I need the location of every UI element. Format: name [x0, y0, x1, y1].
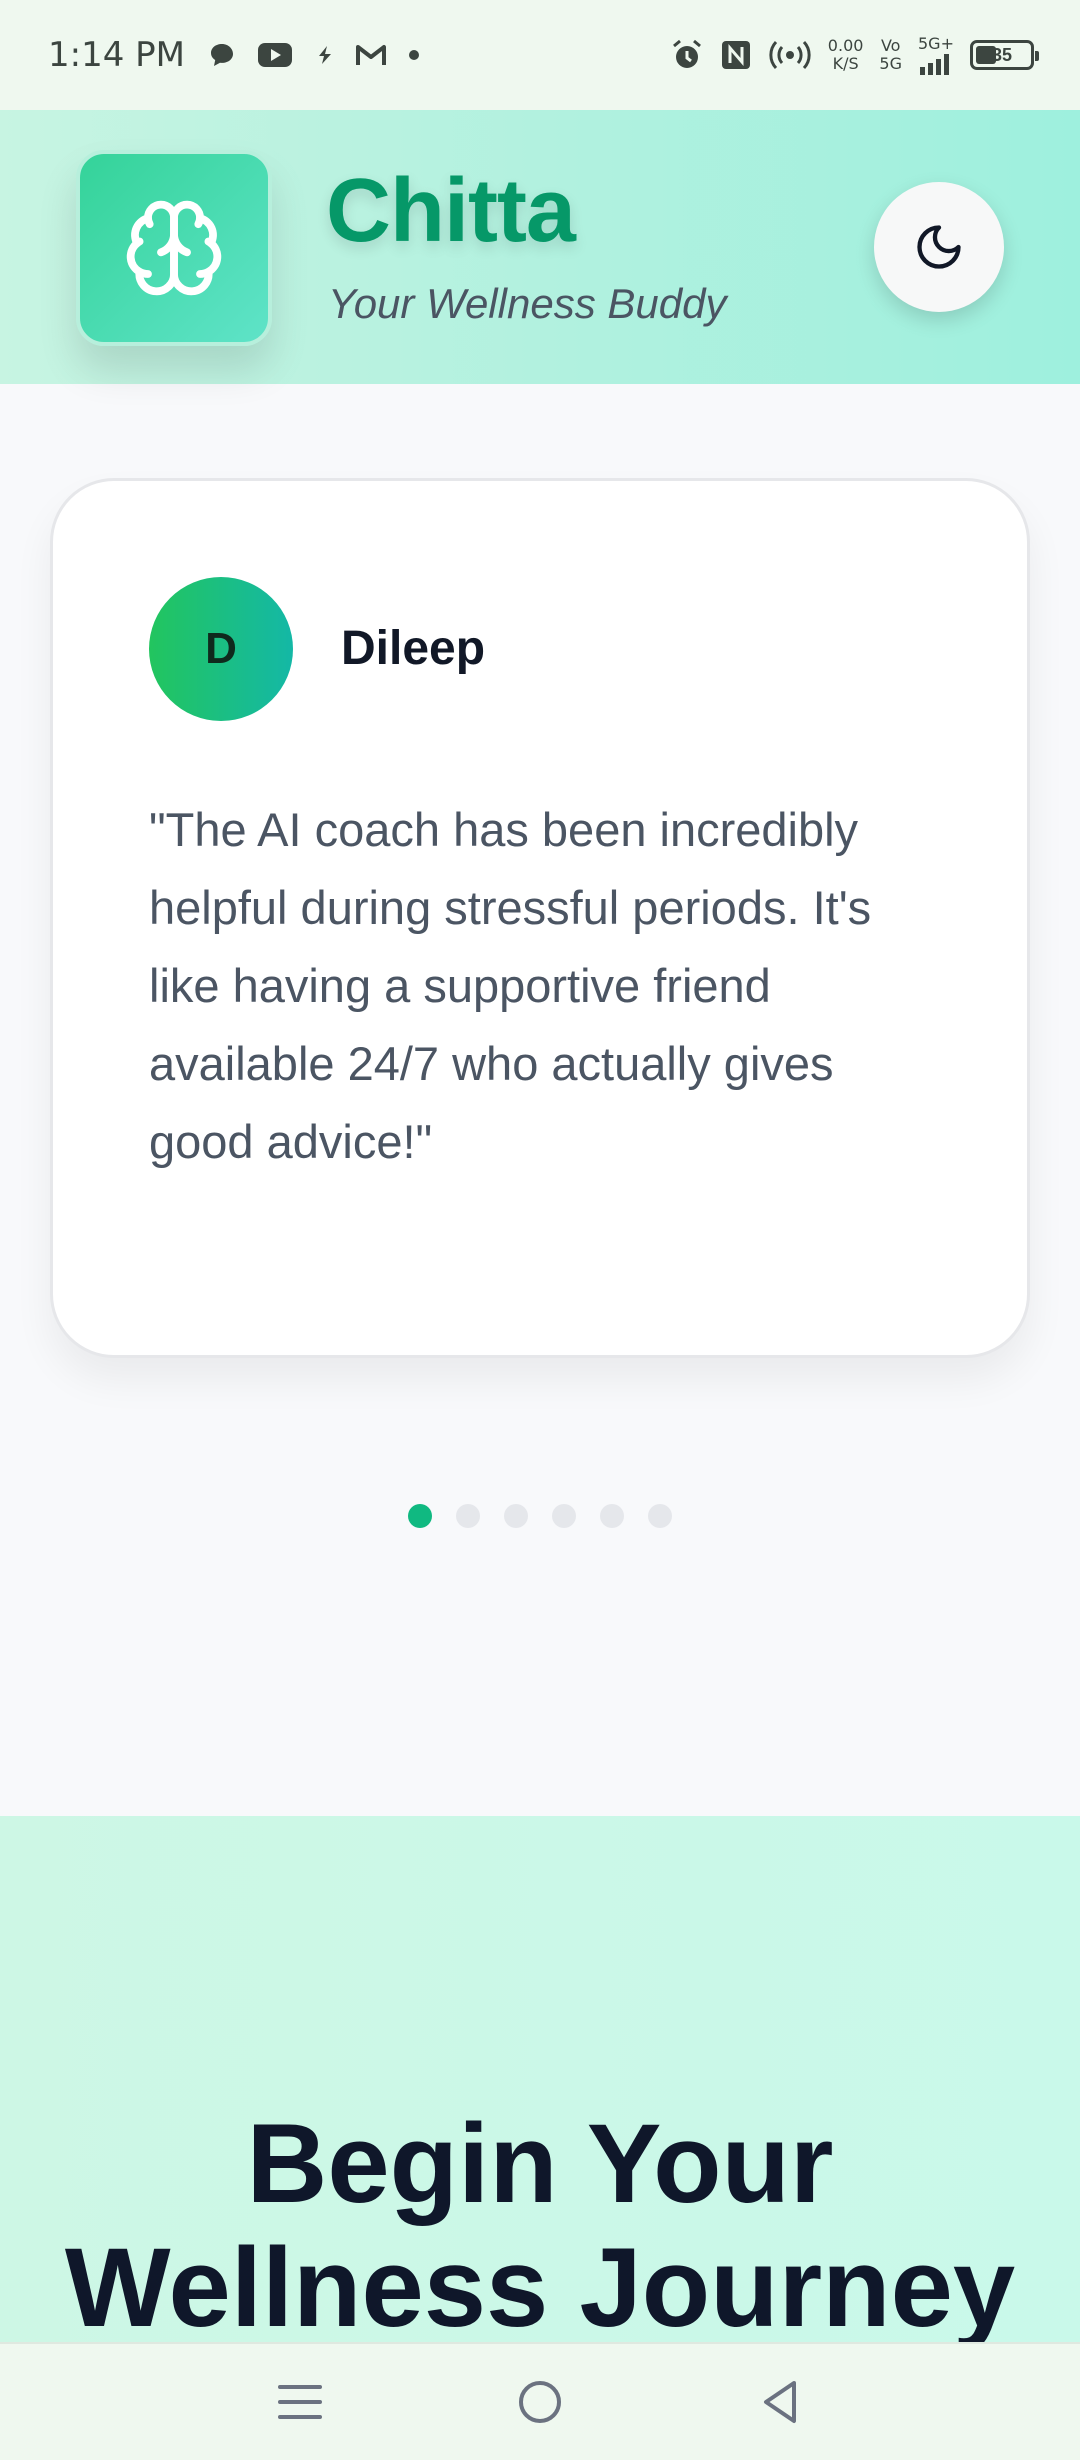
carousel-dot-6[interactable]	[648, 1504, 672, 1528]
back-button[interactable]	[740, 2362, 820, 2442]
app-logo	[76, 150, 272, 346]
battery-icon: 35	[970, 40, 1039, 70]
app-tagline: Your Wellness Buddy	[328, 280, 727, 327]
hotspot-icon	[769, 40, 811, 70]
signal-icon	[920, 54, 949, 75]
volte-bottom: 5G	[879, 54, 902, 73]
carousel-pagination	[0, 1504, 1080, 1528]
notification-icons	[207, 40, 421, 70]
volte-top: Vo	[880, 36, 901, 55]
status-bar: 1:14 PM 0.00 K/S Vo 5G 5G+ 35	[0, 0, 1080, 110]
carousel-dot-2[interactable]	[456, 1504, 480, 1528]
network-speed-unit: K/S	[832, 54, 859, 73]
youtube-icon	[258, 43, 292, 67]
status-left: 1:14 PM	[48, 35, 421, 75]
status-time: 1:14 PM	[48, 35, 185, 75]
home-button[interactable]	[500, 2362, 580, 2442]
network-speed-value: 0.00	[827, 36, 864, 55]
recent-apps-button[interactable]	[260, 2362, 340, 2442]
signal-label: 5G+	[918, 34, 954, 53]
testimonial-card[interactable]: D Dileep "The AI coach has been incredib…	[50, 478, 1030, 1358]
brain-icon	[126, 200, 222, 296]
flash-icon	[319, 46, 331, 64]
theme-toggle-button[interactable]	[874, 182, 1004, 312]
home-icon	[519, 2381, 561, 2423]
nfc-icon	[721, 41, 750, 69]
cta-title: Begin Your Wellness Journey	[0, 2102, 1080, 2350]
dot-icon	[409, 50, 419, 60]
carousel-dot-1[interactable]	[408, 1504, 432, 1528]
volte-indicator: Vo 5G	[879, 37, 902, 73]
battery-level: 35	[991, 44, 1013, 65]
signal-indicator: 5G+	[918, 35, 954, 75]
avatar: D	[149, 577, 293, 721]
moon-icon	[917, 225, 961, 269]
carousel-dot-4[interactable]	[552, 1504, 576, 1528]
menu-icon	[278, 2385, 322, 2419]
app-header: Chitta Your Wellness Buddy	[0, 110, 1080, 384]
alarm-icon	[672, 39, 701, 68]
carousel-dot-5[interactable]	[600, 1504, 624, 1528]
app-title: Chitta	[326, 161, 576, 261]
gmail-icon	[356, 45, 386, 65]
testimonial-quote: "The AI coach has been incredibly helpfu…	[149, 803, 872, 1168]
system-nav-bar	[0, 2342, 1080, 2460]
back-icon	[764, 2381, 796, 2423]
cta-title-line1: Begin Your	[246, 2101, 834, 2226]
message-icon	[211, 44, 233, 66]
carousel-dot-3[interactable]	[504, 1504, 528, 1528]
cta-title-line2: Wellness Journey	[64, 2225, 1016, 2350]
status-right: 0.00 K/S Vo 5G 5G+ 35	[670, 35, 1039, 75]
network-speed: 0.00 K/S	[828, 37, 864, 73]
cta-section: Begin Your Wellness Journey	[0, 1816, 1080, 2350]
testimonial-author: Dileep	[341, 622, 486, 675]
